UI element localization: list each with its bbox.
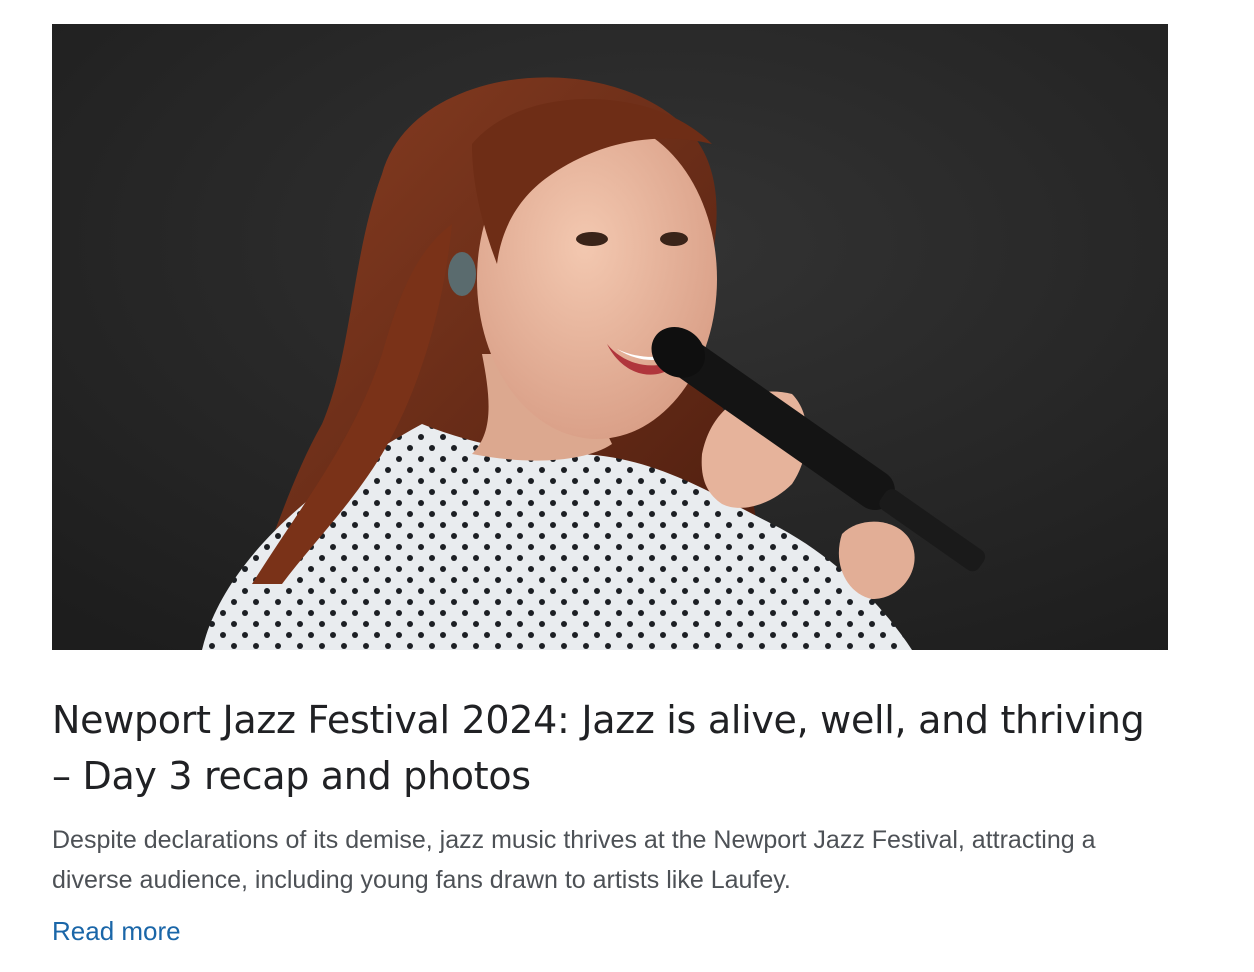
article-title[interactable]: Newport Jazz Festival 2024: Jazz is aliv… bbox=[52, 692, 1168, 804]
read-more-link[interactable]: Read more bbox=[52, 913, 181, 949]
article-summary: Despite declarations of its demise, jazz… bbox=[52, 826, 1096, 894]
article-card: Newport Jazz Festival 2024: Jazz is aliv… bbox=[52, 24, 1168, 949]
article-image[interactable] bbox=[52, 24, 1168, 650]
singer-photo bbox=[52, 24, 1168, 650]
